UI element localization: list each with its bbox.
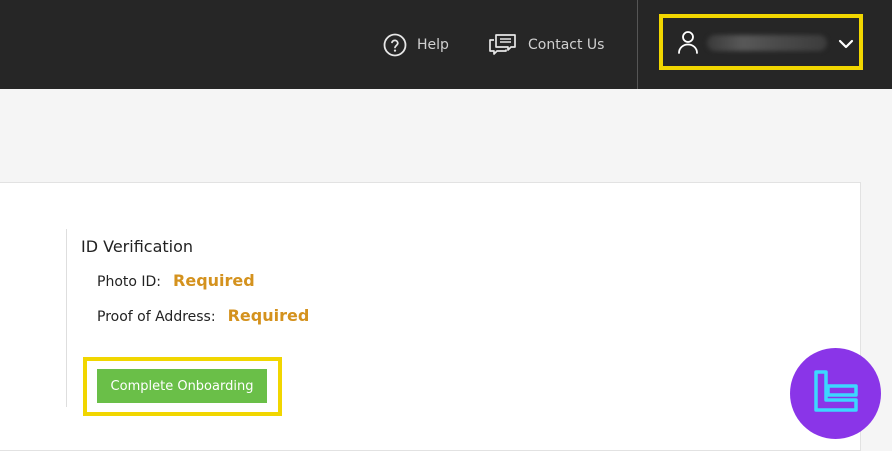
id-verification-section: ID Verification Photo ID: Required Proof… [66,229,309,407]
chevron-down-icon[interactable] [838,36,854,55]
contact-us-link[interactable]: Contact Us [488,32,604,58]
proof-of-address-row: Proof of Address: Required [97,306,309,325]
header-divider [637,0,638,89]
user-icon [677,29,699,59]
contact-us-label: Contact Us [528,37,605,53]
photo-id-row: Photo ID: Required [97,271,255,290]
proof-of-address-label: Proof of Address: [97,309,216,325]
chat-bubbles-icon [488,33,518,57]
proof-of-address-status: Required [227,306,310,325]
photo-id-status: Required [173,271,255,290]
help-circle-icon [383,33,407,57]
top-bar: Help Contact Us [0,0,892,89]
user-name-redacted [707,35,827,51]
photo-id-label: Photo ID: [97,274,162,290]
brand-logo-icon [790,348,881,439]
user-account-menu[interactable] [659,14,863,70]
help-link[interactable]: Help [383,32,449,58]
section-title: ID Verification [81,237,194,256]
help-label: Help [417,37,449,53]
complete-onboarding-button[interactable]: Complete Onboarding [97,369,267,403]
